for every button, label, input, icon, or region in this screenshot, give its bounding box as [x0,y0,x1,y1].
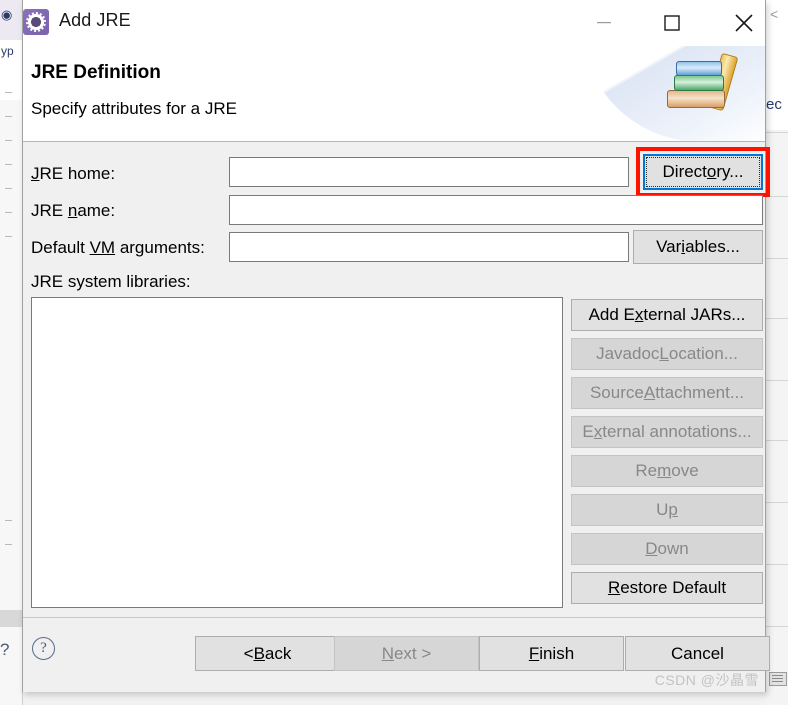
next-button[interactable]: Next > [334,636,479,671]
background-chevron-icon: < [770,6,779,22]
jre-name-input[interactable] [229,195,763,225]
jre-name-label: JRE name: [31,201,116,220]
javadoc-location-button[interactable]: Javadoc Location... [571,338,763,370]
page-title: JRE Definition [31,62,161,83]
vm-arguments-label: Default VM arguments: [31,238,205,257]
dialog-footer: ? < Back Next > Finish Cancel CSDN @沙晶雪 [23,617,770,692]
background-window-left: ◉ yp ? [0,0,23,705]
finish-button[interactable]: Finish [479,636,624,671]
down-button[interactable]: Down [571,533,763,565]
jre-home-input[interactable] [229,157,629,187]
book-stack-icon [665,52,743,114]
jre-system-libraries-label: JRE system libraries: [31,272,191,291]
maximize-button[interactable] [649,0,695,46]
screen: ◉ yp ? < ec Add JRE JRE Definition Speci… [0,0,788,705]
dialog-titlebar: Add JRE [23,0,765,46]
close-icon [735,14,753,32]
minimize-icon [597,22,611,24]
back-button[interactable]: < Back [195,636,340,671]
watermark: CSDN @沙晶雪 [654,672,759,688]
background-window-right: < ec [766,0,788,705]
background-left-strip [0,0,22,705]
background-left-label: yp [1,44,14,58]
add-external-jars-button[interactable]: Add Ex ternal JARs... [571,299,763,331]
page-subtitle: Specify attributes for a JRE [31,99,237,118]
add-jre-dialog: Add JRE JRE Definition Specify attribute… [22,0,770,692]
window-title: Add JRE [59,10,131,30]
jre-system-libraries-list[interactable] [31,297,563,608]
dialog-header: JRE Definition Specify attributes for a … [23,46,765,142]
restore-default-button[interactable]: Restore Default [571,572,763,604]
source-attachment-button[interactable]: Source Attachment... [571,377,763,409]
background-list-icon [769,672,787,686]
remove-button[interactable]: Re m ove [571,455,763,487]
help-icon[interactable]: ? [32,637,55,660]
background-right-label: ec [766,96,782,113]
directory-button[interactable]: Direct o ry... [643,154,763,190]
external-annotations-button[interactable]: Ex ternal annotations... [571,416,763,448]
maximize-icon [664,15,680,31]
dialog-body: JRE home: Direct o ry... JRE name: Default… [23,142,770,617]
up-button[interactable]: Up [571,494,763,526]
vm-arguments-input[interactable] [229,232,629,262]
minimize-button[interactable] [581,0,627,46]
jre-gear-icon [23,9,49,35]
background-help-icon: ? [0,640,10,659]
background-left-icon: ◉ [1,7,13,22]
jre-home-label: JRE home: [31,164,116,183]
cancel-button[interactable]: Cancel [625,636,770,671]
close-button[interactable] [721,0,767,46]
variables-button[interactable]: Var i ables... [633,230,763,264]
